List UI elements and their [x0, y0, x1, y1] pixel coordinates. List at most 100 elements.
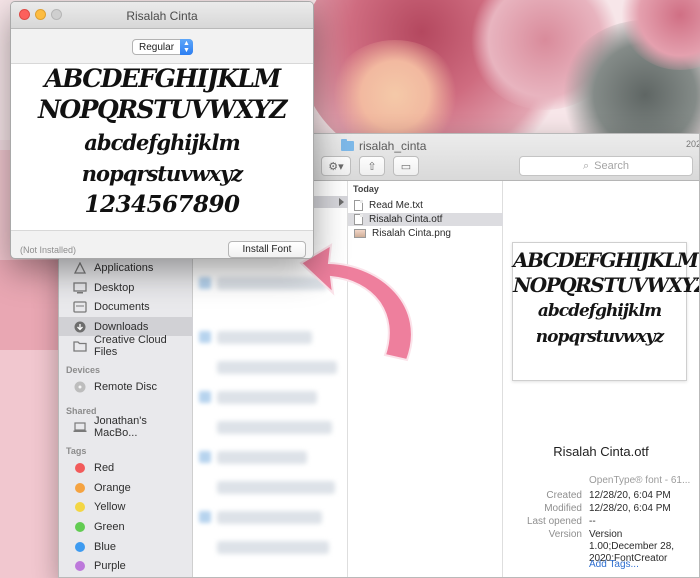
purple-tag-icon	[75, 560, 85, 571]
search-icon: ⌕	[582, 159, 590, 172]
blurred-row	[217, 481, 335, 494]
modified-value: 12/28/20, 6:04 PM	[589, 503, 671, 514]
curved-arrow-icon	[299, 243, 413, 362]
finder-title-label: risalah_cinta	[359, 139, 427, 153]
sample-line: abcdefghijklm	[84, 130, 240, 155]
search-placeholder: Search	[594, 160, 630, 172]
sidebar-item-label: Yellow	[94, 500, 126, 513]
sidebar-item-desktop[interactable]: Desktop	[59, 278, 193, 297]
sidebar-item-label: Red	[94, 461, 115, 474]
sidebar-item-label: Green	[94, 520, 125, 533]
font-style-select[interactable]: Regular ▲ ▼	[132, 39, 193, 55]
red-tag-icon	[75, 462, 85, 473]
sidebar-item-label: Blue	[94, 540, 117, 553]
font-preview-window: Risalah Cinta Regular ▲ ▼ ABCDEFGHIJKLM N…	[10, 1, 314, 259]
preview-sample-line: NOPQRSTUVWXYZ	[513, 273, 700, 297]
blurred-icon	[199, 277, 211, 289]
font-preview-thumbnail: ABCDEFGHIJKLM NOPQRSTUVWXYZ abcdefghijkl…	[512, 242, 700, 381]
preview-pane: ABCDEFGHIJKLM NOPQRSTUVWXYZ abcdefghijkl…	[503, 181, 699, 577]
folder-icon	[341, 139, 354, 151]
sidebar-item-label: Creative Cloud Files	[94, 333, 167, 358]
sidebar-item-documents[interactable]: Documents	[59, 297, 193, 316]
share-icon: ⇧	[367, 160, 377, 173]
sidebar-item-label: Purple	[94, 559, 126, 572]
version-label: Version	[548, 529, 582, 540]
blurred-row	[217, 451, 307, 464]
sidebar-tag-green[interactable]: Green	[59, 517, 193, 536]
sidebar-item-shared-macbook[interactable]: Jonathan's MacBo...	[59, 414, 193, 439]
devices-header: Devices	[66, 365, 101, 375]
tag-icon: ▭	[400, 160, 412, 173]
blurred-icon	[199, 511, 211, 523]
sidebar-tag-blue[interactable]: Blue	[59, 537, 193, 556]
green-tag-icon	[75, 521, 85, 532]
disc-icon	[73, 381, 87, 393]
sample-line: NOPQRSTUVWXYZ	[38, 95, 287, 124]
sidebar-tag-red[interactable]: Red	[59, 458, 193, 477]
text-file-icon	[354, 200, 363, 211]
sample-line: ABCDEFGHIJKLM	[44, 64, 281, 93]
last-opened-label: Last opened	[526, 516, 582, 527]
edit-tags-button[interactable]: ▭	[393, 156, 419, 176]
install-font-button[interactable]: Install Font	[228, 241, 306, 258]
blurred-row	[217, 391, 317, 404]
sidebar-tag-orange[interactable]: Orange	[59, 478, 193, 497]
sample-line: 1234567890	[84, 191, 240, 218]
sidebar-item-label: Jonathan's MacBo...	[94, 414, 147, 439]
search-field[interactable]: ⌕ Search	[519, 156, 693, 176]
applications-icon	[73, 261, 87, 274]
preview-file-kind: OpenType® font - 61...	[589, 475, 691, 486]
shared-header: Shared	[66, 406, 97, 416]
sidebar-item-label: Documents	[94, 300, 150, 313]
laptop-icon	[73, 421, 87, 433]
blurred-row	[217, 421, 332, 434]
sidebar-item-creative-cloud[interactable]: Creative Cloud Files	[59, 333, 193, 358]
sidebar-item-label: Applications	[94, 261, 154, 274]
tags-header: Tags	[66, 446, 87, 456]
documents-icon	[73, 300, 87, 313]
font-window-title: Risalah Cinta	[126, 9, 198, 23]
downloads-icon	[73, 321, 87, 333]
preview-sample-line: nopqrstuvwxyz	[535, 327, 664, 347]
sidebar-tag-purple[interactable]: Purple	[59, 556, 193, 575]
sidebar-item-label: Downloads	[94, 320, 149, 333]
chevron-updown-icon: ▲ ▼	[180, 39, 193, 55]
folder-icon	[73, 340, 87, 352]
sidebar-item-applications[interactable]: Applications	[59, 258, 193, 277]
font-style-value: Regular	[139, 41, 175, 53]
blurred-icon	[199, 331, 211, 343]
yellow-tag-icon	[75, 501, 85, 512]
file-item-readme[interactable]: Read Me.txt	[348, 199, 503, 212]
date-group-header: Today	[353, 184, 379, 194]
install-status: (Not Installed)	[20, 245, 77, 255]
blurred-row	[217, 541, 329, 554]
created-label: Created	[546, 490, 582, 501]
action-gear-button[interactable]: ⚙▾	[321, 156, 351, 176]
orange-tag-icon	[75, 482, 85, 493]
blue-tag-icon	[75, 541, 85, 552]
sidebar-item-label: Orange	[94, 481, 131, 494]
share-button[interactable]: ⇧	[359, 156, 385, 176]
clipped-label: 202	[686, 139, 700, 149]
sidebar-item-label: Desktop	[94, 281, 135, 294]
blurred-icon	[199, 451, 211, 463]
sidebar-item-label: Remote Disc	[94, 380, 157, 393]
font-window-titlebar: Risalah Cinta	[11, 2, 313, 29]
preview-file-name: Risalah Cinta.otf	[553, 444, 649, 459]
font-sample-area: ABCDEFGHIJKLM NOPQRSTUVWXYZ abcdefghijkl…	[11, 63, 313, 231]
disclosure-arrow-icon	[339, 198, 344, 206]
blurred-row	[217, 511, 322, 524]
desktop-icon	[73, 281, 87, 294]
created-value: 12/28/20, 6:04 PM	[589, 490, 671, 501]
sidebar-tag-yellow[interactable]: Yellow	[59, 497, 193, 516]
add-tags-link[interactable]: Add Tags...	[589, 559, 639, 570]
preview-sample-line: ABCDEFGHIJKLM	[513, 248, 699, 272]
finder-title: risalah_cinta	[341, 139, 426, 153]
modified-label: Modified	[544, 503, 582, 514]
file-name: Read Me.txt	[369, 200, 423, 211]
blurred-icon	[199, 391, 211, 403]
sidebar-item-remote-disc[interactable]: Remote Disc	[59, 377, 193, 396]
last-opened-value: --	[589, 516, 596, 527]
gear-icon: ⚙▾	[328, 160, 344, 173]
preview-sample-line: abcdefghijklm	[537, 301, 662, 321]
